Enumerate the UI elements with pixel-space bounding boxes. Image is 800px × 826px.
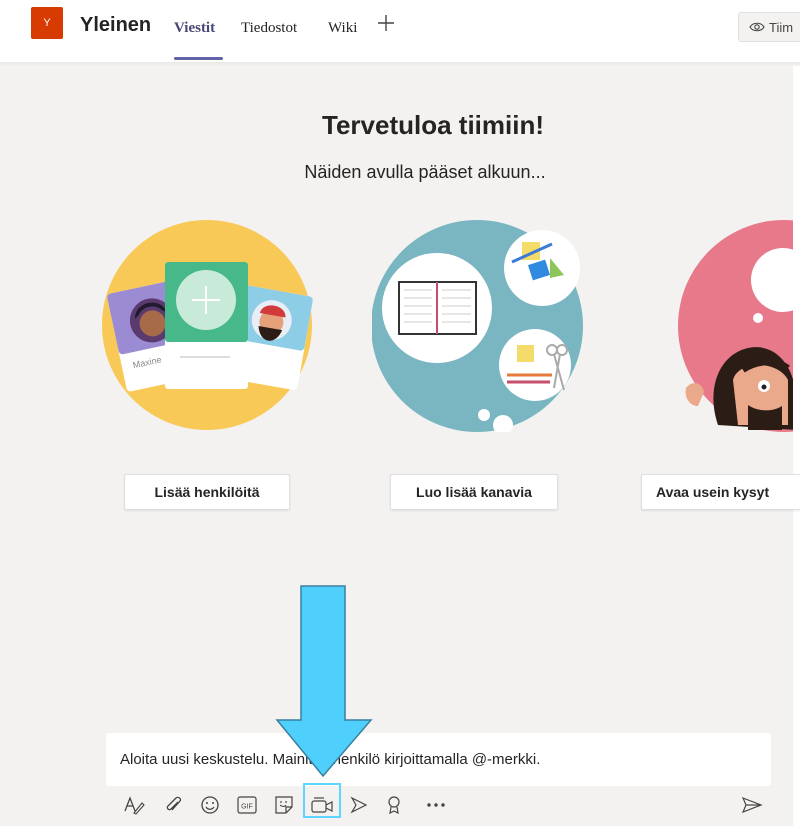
team-avatar[interactable]: Y xyxy=(31,7,63,39)
compose-box[interactable]: Aloita uusi keskustelu. Mainitse henkilö… xyxy=(106,733,771,786)
gif-label: GIF xyxy=(241,804,253,811)
more-options-button[interactable] xyxy=(424,793,448,817)
compose-toolbar: GIF xyxy=(0,793,800,819)
attach-icon xyxy=(166,796,182,811)
team-button-label: Tiim xyxy=(769,19,794,35)
gif-button[interactable]: GIF xyxy=(235,793,259,817)
emoji-button[interactable] xyxy=(198,793,222,817)
attach-button[interactable] xyxy=(162,793,186,817)
faq-illustration xyxy=(678,220,793,432)
add-people-illustration: Maxine ky xyxy=(102,220,313,430)
welcome-subtitle: Näiden avulla pääset alkuun... xyxy=(304,162,546,182)
tab-wiki[interactable]: Wiki xyxy=(328,20,357,37)
tab-viestit[interactable]: Viestit xyxy=(174,20,215,37)
send-button[interactable] xyxy=(740,793,764,817)
emoji-icon xyxy=(201,796,219,814)
eye-icon xyxy=(749,22,765,32)
stream-button[interactable] xyxy=(347,793,371,817)
open-faq-button[interactable]: Avaa usein kysyt xyxy=(641,474,800,510)
welcome-title: Tervetuloa tiimiin! xyxy=(322,110,544,140)
channel-name: Yleinen xyxy=(80,14,152,36)
team-button[interactable]: Tiim xyxy=(738,12,800,42)
add-people-button[interactable]: Lisää henkilöitä xyxy=(124,474,290,510)
send-icon xyxy=(741,796,763,814)
praise-icon xyxy=(388,796,400,815)
annotation-arrow xyxy=(275,585,373,777)
praise-button[interactable] xyxy=(382,793,406,817)
more-options-icon xyxy=(427,803,445,807)
sticker-button[interactable] xyxy=(272,793,296,817)
format-button[interactable] xyxy=(122,793,146,817)
create-channels-button[interactable]: Luo lisää kanavia xyxy=(390,474,558,510)
tab-tiedostot[interactable]: Tiedostot xyxy=(241,20,297,37)
sticker-icon xyxy=(275,796,293,814)
channel-header: Y Yleinen Viestit Tiedostot Wiki Tiim xyxy=(0,0,800,63)
stream-icon xyxy=(350,796,368,814)
header-shadow xyxy=(0,62,800,66)
format-icon xyxy=(124,796,145,815)
active-tab-indicator xyxy=(174,57,223,60)
gif-icon: GIF xyxy=(237,796,257,814)
create-channels-illustration xyxy=(372,220,583,432)
meet-now-highlight xyxy=(303,783,341,818)
add-tab-icon[interactable] xyxy=(375,12,397,34)
